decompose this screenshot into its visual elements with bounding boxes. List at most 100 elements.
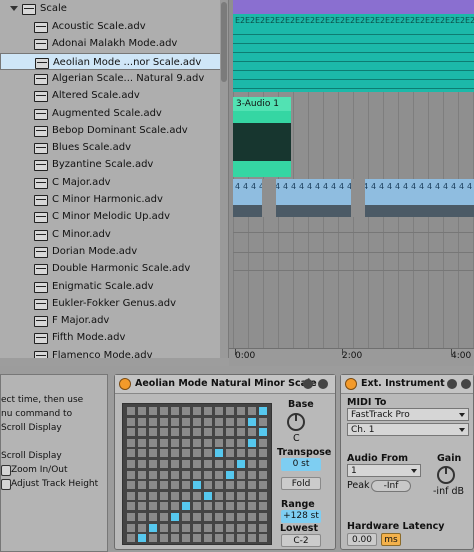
scale-grid-cell[interactable] [215,502,223,511]
scale-grid-cell[interactable] [248,502,256,511]
scale-grid-cell[interactable] [237,481,245,490]
scale-grid-cell[interactable] [193,513,201,521]
scale-grid-cell[interactable] [215,513,223,521]
scale-grid-cell[interactable] [193,449,201,458]
scale-grid-cell[interactable] [237,491,245,500]
scale-grid-cell[interactable] [182,502,190,511]
scale-grid-cell[interactable] [204,460,212,468]
scale-grid-cell[interactable] [237,449,245,458]
browser-item[interactable]: C Minor Melodic Up.adv [0,208,228,225]
scale-grid-cell[interactable] [226,481,234,490]
midi-clip-purple[interactable] [233,0,474,14]
scale-grid-cell[interactable] [171,502,179,511]
midi-clip-teal[interactable]: E2 E2 E2 E2 E2 E2 E2 E2 E2 E2 E2 E2 E2 E2 E2 E2 E2 E2 E2 E2… [233,14,474,92]
scale-grid-cell[interactable] [193,460,201,468]
scale-grid-cell[interactable] [248,428,256,437]
scale-grid-cell[interactable] [160,428,168,437]
scale-grid-cell[interactable] [204,417,212,426]
scale-grid-cell[interactable] [226,460,234,468]
scale-grid-cell[interactable] [127,428,135,437]
scale-grid-cell[interactable] [127,523,135,532]
scale-grid-cell[interactable] [237,417,245,426]
scale-grid-cell[interactable] [149,523,157,532]
scale-grid-cell[interactable] [237,534,245,543]
scale-grid-cell[interactable] [259,417,267,426]
scale-grid-cell[interactable] [204,428,212,437]
scale-grid-cell[interactable] [127,513,135,521]
scale-grid-cell[interactable] [193,428,201,437]
browser-item[interactable]: Augmented Scale.adv [0,105,228,122]
scale-grid-cell[interactable] [127,470,135,479]
scale-grid-cell[interactable] [127,491,135,500]
scale-grid-cell[interactable] [259,534,267,543]
scale-grid-cell[interactable] [182,513,190,521]
scale-grid-cell[interactable] [127,502,135,511]
scale-grid-cell[interactable] [127,481,135,490]
scale-grid-cell[interactable] [237,502,245,511]
scale-grid-cell[interactable] [193,481,201,490]
scale-grid-cell[interactable] [138,417,146,426]
scale-grid-cell[interactable] [160,523,168,532]
scale-grid-cell[interactable] [182,407,190,415]
scale-grid-cell[interactable] [259,502,267,511]
scale-grid-cell[interactable] [226,502,234,511]
scale-grid-cell[interactable] [171,407,179,415]
scale-grid-cell[interactable] [171,417,179,426]
scale-grid-cell[interactable] [138,407,146,415]
audio-from-select[interactable]: 1 [347,464,421,477]
browser-item[interactable]: C Minor.adv [0,226,228,243]
scale-grid-cell[interactable] [248,491,256,500]
browser-item[interactable]: Byzantine Scale.adv [0,156,228,173]
scale-grid-cell[interactable] [171,534,179,543]
scale-grid-cell[interactable] [215,449,223,458]
scale-grid-cell[interactable] [171,481,179,490]
scale-grid-cell[interactable] [204,513,212,521]
scale-grid-cell[interactable] [226,534,234,543]
scale-grid-cell[interactable] [237,513,245,521]
scale-grid-cell[interactable] [226,513,234,521]
browser-item[interactable]: Double Harmonic Scale.adv [0,260,228,277]
scale-grid-cell[interactable] [248,523,256,532]
scale-grid-cell[interactable] [182,449,190,458]
browser-item[interactable]: Blues Scale.adv [0,139,228,156]
scale-grid-cell[interactable] [248,481,256,490]
scale-grid-cell[interactable] [226,491,234,500]
scale-grid-cell[interactable] [182,523,190,532]
scale-grid-cell[interactable] [149,513,157,521]
scale-grid-cell[interactable] [171,513,179,521]
hot-swap-icon[interactable] [461,379,471,389]
scale-grid-cell[interactable] [215,470,223,479]
browser-item[interactable]: C Major.adv [0,174,228,191]
disclosure-triangle-icon[interactable] [10,6,18,11]
scale-grid-cell[interactable] [215,428,223,437]
scale-grid-cell[interactable] [248,449,256,458]
scale-grid-cell[interactable] [138,428,146,437]
scale-grid-cell[interactable] [204,502,212,511]
peak-meter[interactable]: -Inf [371,480,411,492]
scale-grid-cell[interactable] [182,481,190,490]
scale-grid-cell[interactable] [226,438,234,447]
scale-grid-cell[interactable] [149,417,157,426]
scale-grid-cell[interactable] [248,470,256,479]
scale-grid-cell[interactable] [248,407,256,415]
scale-grid-cell[interactable] [193,407,201,415]
scale-grid-cell[interactable] [127,449,135,458]
scale-grid-cell[interactable] [182,470,190,479]
scale-grid-cell[interactable] [182,417,190,426]
scale-grid-cell[interactable] [138,491,146,500]
scale-grid-cell[interactable] [259,481,267,490]
scale-grid-cell[interactable] [160,417,168,426]
browser-folder-scale[interactable]: Scale [0,0,228,17]
scale-grid-cell[interactable] [259,491,267,500]
scale-grid-cell[interactable] [182,460,190,468]
scale-grid-cell[interactable] [215,417,223,426]
browser-item[interactable]: Adonai Malakh Mode.adv [0,35,228,52]
scale-grid-cell[interactable] [237,428,245,437]
scale-grid-cell[interactable] [160,481,168,490]
scale-grid-cell[interactable] [171,428,179,437]
fold-button[interactable]: Fold [281,477,321,490]
scale-grid-cell[interactable] [160,470,168,479]
scale-grid-cell[interactable] [193,438,201,447]
device-header[interactable]: Aeolian Mode Natural Minor Scale [115,375,335,394]
scale-grid-cell[interactable] [248,513,256,521]
